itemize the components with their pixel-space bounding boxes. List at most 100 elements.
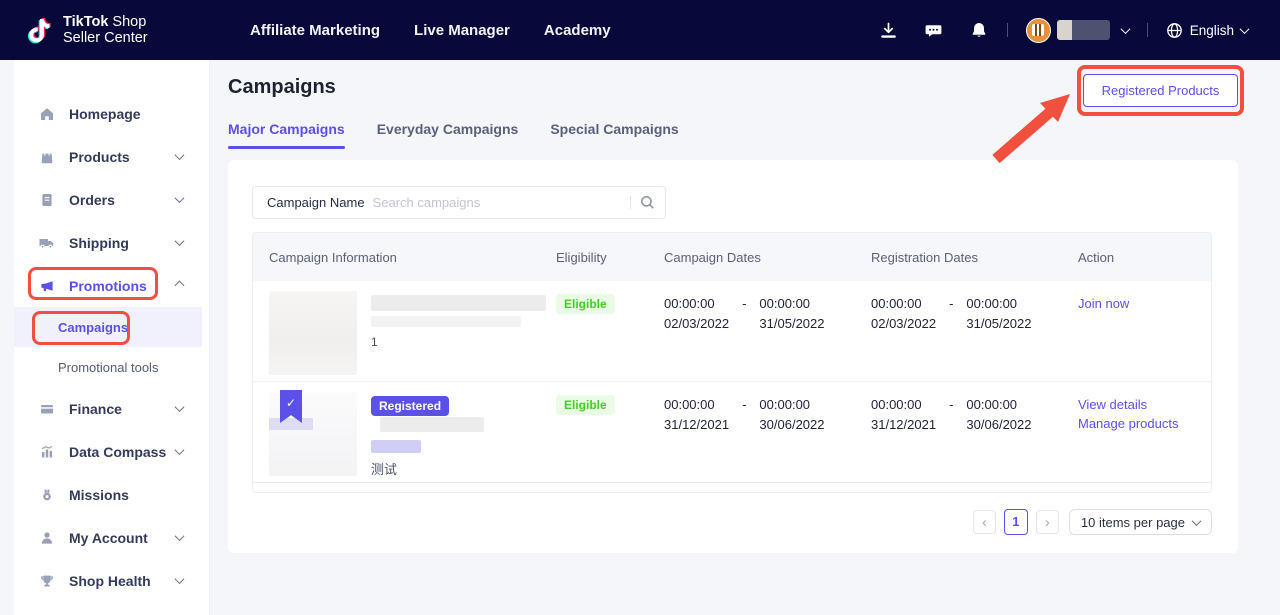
download-icon[interactable] — [879, 20, 899, 40]
order-doc-icon — [38, 191, 55, 208]
column-header: Registration Dates — [871, 250, 1078, 265]
tiktok-shop-logo[interactable]: TikTok Shop Seller Center — [26, 13, 148, 47]
redacted-campaign-name — [371, 316, 521, 327]
app-root: TikTok Shop Seller Center Affiliate Mark… — [0, 0, 1280, 615]
search-label: Campaign Name — [267, 195, 365, 210]
registration-dates-cell: 00:00:0002/03/2022 - 00:00:0031/05/2022 — [871, 291, 1078, 381]
sidebar-item-label: Shipping — [69, 235, 129, 251]
bar-chart-icon — [38, 443, 55, 460]
chat-icon[interactable] — [924, 20, 944, 40]
brand-text: TikTok Shop Seller Center — [63, 14, 148, 46]
registered-products-button[interactable]: Registered Products — [1083, 74, 1238, 107]
sidebar: Homepage Products Orders Shipping — [14, 60, 210, 615]
sidebar-item-label: Shop Health — [69, 573, 151, 589]
chevron-down-icon[interactable] — [1120, 24, 1130, 34]
action-cell: Join now — [1078, 291, 1211, 381]
search-input[interactable] — [373, 195, 630, 210]
redacted-thumb-detail — [269, 418, 313, 430]
chevron-down-icon — [175, 150, 185, 160]
campaign-info-cell: 1 — [269, 291, 556, 381]
chevron-down-icon — [175, 402, 185, 412]
redacted-campaign-name — [371, 295, 546, 311]
view-details-link[interactable]: View details — [1078, 397, 1211, 412]
eligibility-badge: Eligible — [556, 294, 615, 314]
table-header: Campaign Information Eligibility Campaig… — [253, 233, 1211, 281]
registered-badge: Registered — [371, 396, 449, 416]
nav-link-live-manager[interactable]: Live Manager — [414, 22, 510, 39]
sidebar-item-shop-health[interactable]: Shop Health — [14, 559, 209, 602]
chevron-down-icon — [175, 445, 185, 455]
prev-page-button[interactable]: ‹ — [973, 510, 996, 534]
pagination: ‹ 1 › 10 items per page — [973, 509, 1212, 535]
sidebar-item-products[interactable]: Products — [14, 135, 209, 178]
tab-special-campaigns[interactable]: Special Campaigns — [550, 121, 678, 149]
brand-name-rest: Shop — [108, 14, 146, 30]
campaign-search: Campaign Name — [252, 186, 666, 219]
table-row: 1 Eligible 00:00:0002/03/2022 - 00:00:00… — [253, 281, 1211, 382]
redacted-username — [1057, 20, 1110, 40]
campaign-dates-cell: 00:00:0002/03/2022 - 00:00:0031/05/2022 — [664, 291, 871, 381]
manage-products-link[interactable]: Manage products — [1078, 416, 1211, 431]
campaign-thumbnail-redacted: ✓ — [269, 392, 357, 476]
column-header: Campaign Dates — [664, 250, 871, 265]
table-row: ✓ Registered 测试 Eligible 00:00:0031/12/2… — [253, 382, 1211, 483]
brand-name-bold: TikTok — [63, 14, 108, 30]
page-size-label: 10 items per page — [1081, 515, 1185, 530]
sidebar-item-orders[interactable]: Orders — [14, 178, 209, 221]
tab-major-campaigns[interactable]: Major Campaigns — [228, 121, 345, 149]
sidebar-item-my-account[interactable]: My Account — [14, 516, 209, 559]
sidebar-subitem-label: Campaigns — [58, 320, 128, 335]
redacted-campaign-detail — [371, 440, 421, 453]
tabs: Major Campaigns Everyday Campaigns Speci… — [228, 121, 679, 149]
language-label: English — [1190, 23, 1234, 38]
shopping-bag-icon — [38, 148, 55, 165]
campaigns-table: Campaign Information Eligibility Campaig… — [252, 232, 1212, 493]
sidebar-item-shipping[interactable]: Shipping — [14, 221, 209, 264]
brand-line2: Seller Center — [63, 30, 148, 46]
bell-icon[interactable] — [969, 20, 989, 40]
chevron-down-icon — [175, 531, 185, 541]
sidebar-item-homepage[interactable]: Homepage — [14, 92, 209, 135]
sidebar-item-label: Promotions — [69, 278, 147, 294]
page-number-button[interactable]: 1 — [1004, 509, 1028, 535]
page-size-select[interactable]: 10 items per page — [1069, 509, 1212, 535]
nav-link-academy[interactable]: Academy — [544, 22, 611, 39]
column-header: Action — [1078, 250, 1211, 265]
chevron-down-icon — [175, 236, 185, 246]
sidebar-item-label: My Account — [69, 530, 148, 546]
chevron-down-icon — [1240, 24, 1250, 34]
eligibility-badge: Eligible — [556, 395, 615, 415]
registration-dates-cell: 00:00:0031/12/2021 - 00:00:0030/06/2022 — [871, 392, 1078, 482]
campaign-info-cell: ✓ Registered 测试 — [269, 392, 556, 482]
sidebar-item-label: Missions — [69, 487, 129, 503]
sidebar-subitem-label: Promotional tools — [58, 360, 158, 375]
next-page-button[interactable]: › — [1036, 510, 1059, 534]
chevron-down-icon — [175, 193, 185, 203]
sidebar-item-label: Data Compass — [69, 444, 166, 460]
tiktok-note-icon — [26, 13, 54, 47]
sidebar-item-promotional-tools[interactable]: Promotional tools — [14, 347, 209, 387]
campaign-dates-cell: 00:00:0031/12/2021 - 00:00:0030/06/2022 — [664, 392, 871, 482]
sidebar-item-campaigns[interactable]: Campaigns — [14, 307, 202, 347]
campaign-subtitle: 测试 — [371, 459, 556, 478]
sidebar-item-data-compass[interactable]: Data Compass — [14, 430, 209, 473]
megaphone-icon — [38, 277, 55, 294]
avatar[interactable] — [1026, 18, 1051, 43]
campaign-note: 1 — [371, 335, 546, 349]
language-selector[interactable]: English — [1166, 22, 1248, 39]
truck-icon — [38, 234, 55, 251]
search-icon[interactable] — [640, 195, 655, 210]
sidebar-item-missions[interactable]: Missions — [14, 473, 209, 516]
globe-icon — [1166, 22, 1183, 39]
sidebar-item-label: Orders — [69, 192, 115, 208]
join-now-link[interactable]: Join now — [1078, 296, 1211, 311]
sidebar-item-finance[interactable]: Finance — [14, 387, 209, 430]
medal-icon — [38, 486, 55, 503]
person-icon — [38, 529, 55, 546]
campaigns-card: Campaign Name Campaign Information Eligi… — [228, 160, 1238, 553]
tab-everyday-campaigns[interactable]: Everyday Campaigns — [377, 121, 519, 149]
sidebar-item-promotions[interactable]: Promotions — [14, 264, 209, 307]
sidebar-item-label: Products — [69, 149, 130, 165]
annotation-arrow — [980, 85, 1080, 165]
nav-link-affiliate-marketing[interactable]: Affiliate Marketing — [250, 22, 380, 39]
